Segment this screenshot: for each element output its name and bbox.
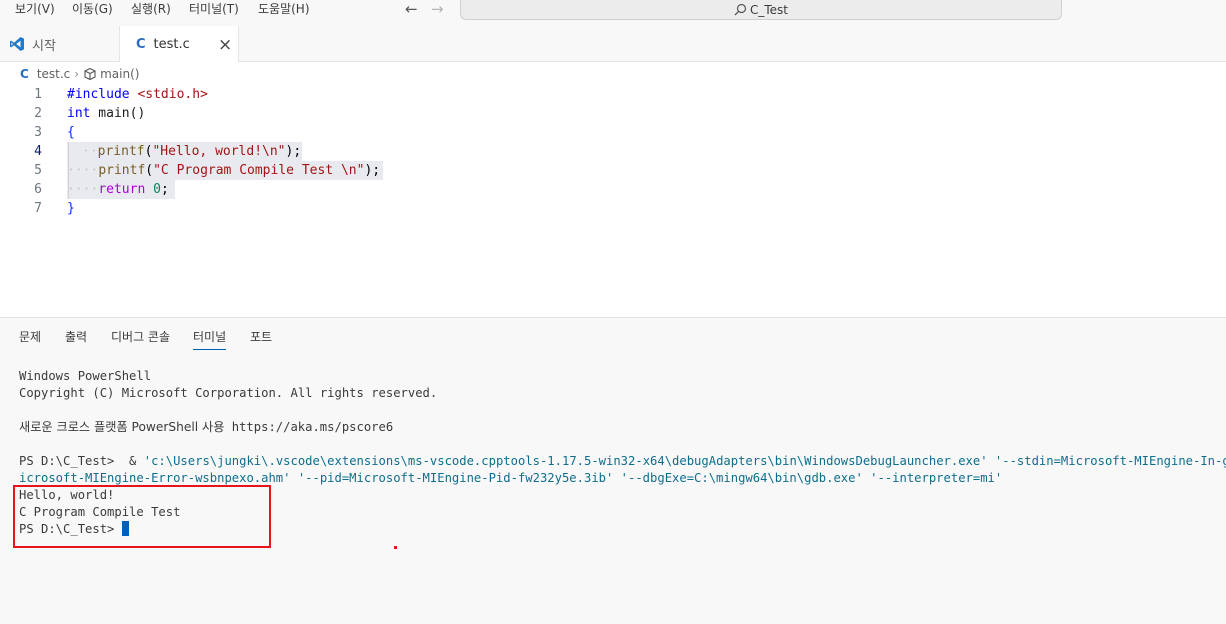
code-editor[interactable]: C test.c › main() 1 #include <stdio.h> 2…: [0, 62, 1226, 317]
terminal-line: Windows PowerShell: [19, 369, 152, 383]
tab-welcome[interactable]: 시작: [0, 26, 119, 62]
breadcrumb: C test.c › main(): [20, 65, 139, 83]
breadcrumb-symbol[interactable]: main(): [100, 67, 139, 81]
tab-debug-console[interactable]: 디버그 콘솔: [111, 328, 170, 350]
search-icon: [734, 3, 747, 16]
tab-test-c-label: test.c: [153, 37, 190, 52]
terminal-line: PS D:\C_Test> & 'c:\Users\jungki\.vscode…: [19, 453, 1226, 470]
code-line: 5 ····printf("C Program Compile Test \n"…: [0, 161, 700, 180]
code-line: 7 }: [0, 199, 700, 218]
code-line: 2 int main(): [0, 104, 700, 123]
close-icon[interactable]: ×: [218, 35, 232, 55]
method-cube-icon: [84, 67, 96, 81]
menu-terminal[interactable]: 터미널(T): [189, 0, 239, 20]
code-token: #include: [67, 87, 130, 102]
code-line: 3 {: [0, 123, 700, 142]
code-token: return: [98, 182, 146, 197]
line-number: 4: [34, 144, 42, 159]
code-token: int: [67, 106, 91, 121]
title-bar: 보기(V) 이동(G) 실행(R) 터미널(T) 도움말(H) ← → C_Te…: [0, 0, 1226, 26]
tab-ports[interactable]: 포트: [250, 328, 272, 350]
c-language-icon: C: [136, 37, 146, 52]
menu-help[interactable]: 도움말(H): [258, 0, 310, 20]
terminal-link[interactable]: https://aka.ms/pscore6: [224, 420, 393, 434]
code-token: printf: [97, 144, 145, 159]
line-number: 1: [34, 87, 42, 102]
c-language-icon: C: [20, 67, 29, 81]
tab-terminal[interactable]: 터미널: [193, 328, 227, 350]
line-number: 7: [34, 201, 42, 216]
menu-run[interactable]: 실행(R): [131, 0, 171, 20]
forward-arrow-icon[interactable]: →: [431, 0, 444, 18]
terminal-line: Copyright (C) Microsoft Corporation. All…: [19, 386, 438, 400]
editor-tab-bar: 시작 C test.c ×: [0, 26, 1226, 63]
line-number: 2: [34, 106, 42, 121]
code-token: );: [285, 144, 302, 159]
terminal-command: 'c:\Users\jungki\.vscode\extensions\ms-v…: [143, 454, 1226, 468]
code-token: {: [67, 125, 75, 140]
annotation-dot: [394, 546, 397, 549]
tab-output[interactable]: 출력: [65, 328, 87, 350]
chevron-right-icon: ›: [74, 67, 80, 81]
code-token: (: [145, 163, 154, 178]
tab-problems[interactable]: 문제: [19, 328, 41, 350]
line-number: 6: [34, 182, 42, 197]
line-number: 3: [34, 125, 42, 140]
code-token: 0: [153, 182, 161, 197]
line-number: 5: [34, 163, 42, 178]
annotation-highlight-box: [13, 485, 271, 548]
code-token: <stdio.h>: [137, 87, 208, 102]
command-center-search[interactable]: C_Test: [460, 0, 1062, 20]
code-token: }: [67, 201, 75, 216]
whitespace-dots: ····: [67, 182, 99, 197]
search-text: C_Test: [749, 2, 788, 17]
code-line: 1 #include <stdio.h>: [0, 85, 700, 104]
code-token: main(): [90, 106, 146, 121]
tab-test-c[interactable]: C test.c ×: [119, 26, 239, 63]
code-token: "Hello, world!\n": [152, 144, 286, 159]
menu-go[interactable]: 이동(G): [72, 0, 113, 20]
menu-view[interactable]: 보기(V): [15, 0, 55, 20]
code-token: printf: [98, 163, 146, 178]
terminal-prompt: PS D:\C_Test> &: [19, 454, 144, 468]
code-line: 6 ····return 0;: [0, 180, 700, 199]
code-line: 4 ··printf("Hello, world!\n");: [0, 142, 700, 161]
vscode-logo-icon: [10, 37, 24, 51]
tab-welcome-label: 시작: [32, 38, 56, 54]
code-token: );: [364, 163, 381, 178]
terminal-text: 새로운 크로스 플랫폼 PowerShell 사용: [19, 420, 225, 434]
breadcrumb-file[interactable]: test.c: [37, 67, 70, 81]
code-token: "C Program Compile Test \n": [153, 163, 365, 178]
code-token: ;: [160, 182, 169, 197]
whitespace-dots: ··: [82, 144, 98, 159]
whitespace-dots: ····: [67, 163, 99, 178]
back-arrow-icon[interactable]: ←: [405, 0, 418, 18]
terminal-line: 새로운 크로스 플랫폼 PowerShell 사용 https://aka.ms…: [19, 419, 393, 436]
